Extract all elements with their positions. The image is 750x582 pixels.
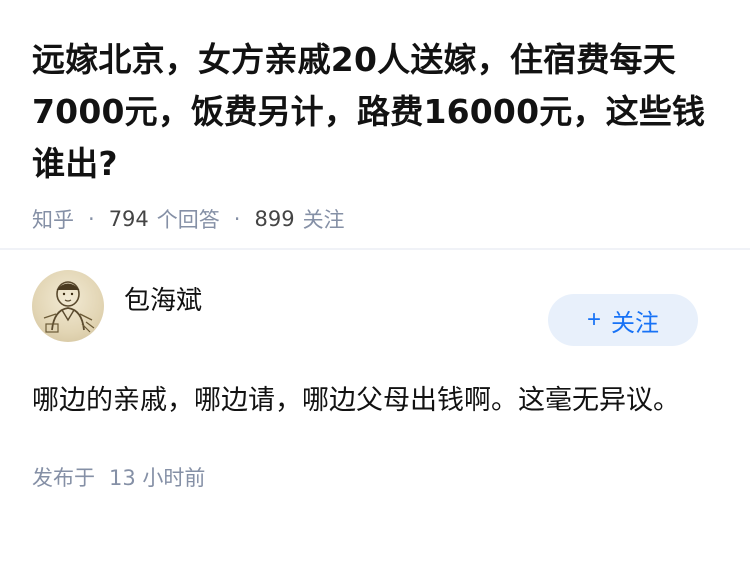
follower-count: 899 (254, 207, 295, 231)
answer-card: 包海斌 + 关注 哪边的亲戚，哪边请，哪边父母出钱啊。这毫无异议。 发布于 13 … (0, 250, 750, 492)
source-label[interactable]: 知乎 (32, 204, 74, 234)
answer-count: 794 (108, 207, 149, 231)
author-name[interactable]: 包海斌 (124, 280, 202, 317)
separator-dot: · (88, 207, 95, 231)
separator-dot: · (233, 207, 241, 231)
follow-button[interactable]: + 关注 (548, 294, 698, 346)
follower-count-label: 关注 (302, 208, 345, 232)
publish-info: 发布于 13 小时前 (32, 462, 718, 492)
question-meta: 知乎 · 794 个回答 · 899 关注 (32, 204, 718, 234)
follow-button-label: 关注 (611, 309, 659, 337)
question-title[interactable]: 远嫁北京，女方亲戚20人送嫁，住宿费每天7000元，饭费另计，路费16000元，… (32, 34, 718, 190)
avatar[interactable] (32, 270, 104, 342)
answer-count-label: 个回答 (156, 208, 220, 232)
answer-content[interactable]: 哪边的亲戚，哪边请，哪边父母出钱啊。这毫无异议。 (32, 376, 718, 426)
published-label: 发布于 (32, 466, 95, 490)
plus-icon: + (586, 306, 601, 333)
published-time: 13 小时前 (109, 466, 206, 490)
question-header: 远嫁北京，女方亲戚20人送嫁，住宿费每天7000元，饭费另计，路费16000元，… (0, 0, 750, 232)
avatar-portrait-icon (43, 281, 95, 333)
